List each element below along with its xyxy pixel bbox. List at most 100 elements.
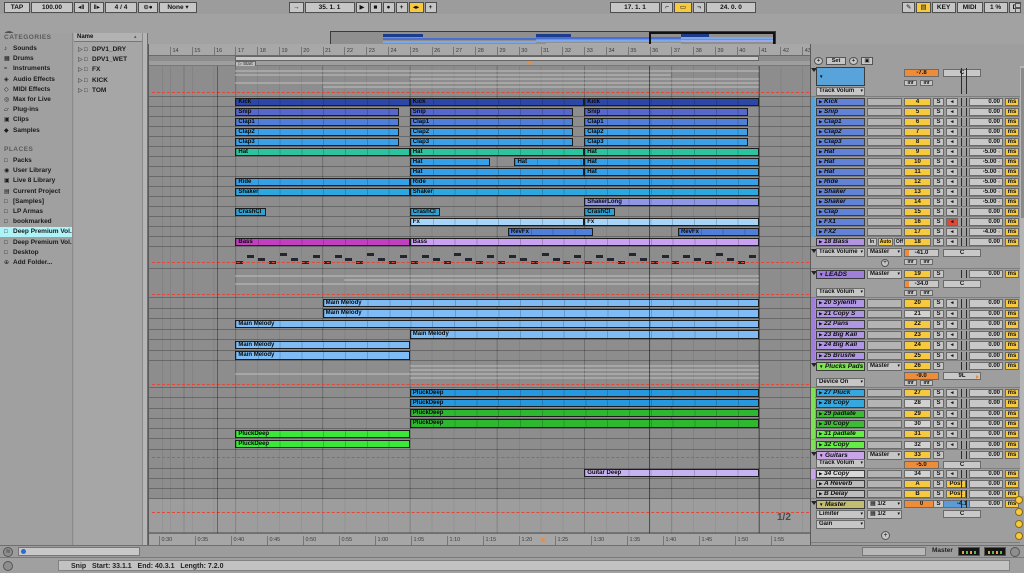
track-delay[interactable]: -5.00◂ — [969, 178, 1003, 186]
track-name-clap3[interactable]: ▶ Clap3 — [816, 138, 865, 146]
tb-punch-out[interactable]: ¬ — [693, 2, 705, 13]
solo-button[interactable]: S — [933, 148, 944, 156]
clip-hat[interactable]: Hat — [584, 157, 759, 166]
track-activator[interactable]: 23 — [904, 330, 931, 339]
track-activator[interactable]: B — [904, 489, 931, 498]
solo-button[interactable]: S — [933, 362, 944, 370]
clip-crashcl[interactable]: CrashCl — [235, 207, 266, 216]
track-name-a-reverb[interactable]: ▶ A Reverb — [816, 479, 865, 488]
unfold-track-icon[interactable]: ▶ — [819, 390, 822, 395]
solo-button[interactable]: S — [933, 469, 944, 478]
solo-button[interactable]: S — [933, 168, 944, 176]
hotspot-circle-icon[interactable] — [1015, 520, 1023, 528]
unfold-track-icon[interactable]: ▶ — [819, 442, 822, 447]
track-delay[interactable]: 0.00 — [969, 320, 1003, 329]
track-activator[interactable]: 25 — [904, 351, 931, 360]
track-delay[interactable]: 0.00 — [969, 430, 1003, 439]
automation-red-line[interactable] — [152, 384, 809, 385]
track-delay[interactable]: 0.00 — [969, 450, 1003, 459]
track-name-hat[interactable]: ▶ Hat — [816, 158, 865, 166]
clip-shakerlong[interactable]: ShakerLong — [584, 197, 759, 206]
unfold-track-icon[interactable]: ▶ — [819, 109, 822, 114]
solo-button[interactable]: S — [933, 330, 944, 339]
unfold-track-icon[interactable]: ▶ — [819, 311, 822, 316]
unfold-track-icon[interactable]: ▶ — [819, 411, 822, 416]
panel-next-locator[interactable]: + — [849, 57, 858, 65]
solo-button[interactable]: S — [933, 399, 944, 408]
track-delay[interactable]: 0.00 — [969, 238, 1003, 246]
clip-hat[interactable]: Hat — [409, 167, 585, 176]
clip-hat[interactable]: Hat — [409, 147, 585, 156]
clip-clap1[interactable]: Clap1 — [409, 117, 574, 126]
track-activator[interactable]: 4 — [904, 98, 931, 106]
track-delay[interactable]: 0.00 — [969, 138, 1003, 146]
file-item-tom[interactable]: ▷□ TOM — [74, 86, 142, 96]
speaker-icon[interactable]: ◄ — [946, 208, 958, 216]
automation-red-line[interactable] — [152, 294, 809, 295]
track-name-27-pluck[interactable]: ▶ 27 Pluck — [816, 389, 865, 398]
track-name-34-copy[interactable]: ▶ 34 Copy — [816, 469, 865, 478]
clip-revfx[interactable]: RevFx — [677, 227, 759, 236]
group-pan-value[interactable]: C — [943, 460, 981, 469]
speaker-icon[interactable]: ◄ — [946, 330, 958, 339]
clip-main-melody[interactable]: Main Melody — [235, 319, 759, 328]
track-delay[interactable]: 0.00 — [969, 299, 1003, 308]
track-delay[interactable]: 0.00 — [969, 419, 1003, 429]
clip-pluckdeep[interactable]: PluckDeep — [235, 429, 410, 438]
track-delay[interactable]: 0.00 — [969, 479, 1003, 488]
automation-min-0[interactable]: inf — [904, 80, 917, 86]
clip-main-melody[interactable]: Main Melody — [322, 309, 759, 318]
solo-button[interactable]: S — [933, 320, 944, 329]
track-activator[interactable]: 24 — [904, 341, 931, 350]
master-pan-value[interactable]: C — [943, 509, 981, 518]
clip-clap3[interactable]: Clap3 — [584, 137, 748, 146]
tb-draw-mode[interactable]: ✎ — [902, 2, 916, 13]
track-delay[interactable]: 0.00 — [969, 469, 1003, 478]
track-delay[interactable]: 0.00 — [969, 270, 1003, 278]
track-delay[interactable]: 0.00 — [969, 218, 1003, 226]
unfold-track-icon[interactable]: ▶ — [819, 300, 822, 305]
clip-crashcl[interactable]: CrashCl — [584, 207, 615, 216]
track-activator[interactable]: 14 — [904, 198, 931, 206]
file-item-kick[interactable]: ▷□ KICK — [74, 76, 142, 86]
clip-clap3[interactable]: Clap3 — [409, 137, 574, 146]
unfold-track-icon[interactable]: ▶ — [819, 119, 822, 124]
solo-button[interactable]: S — [933, 138, 944, 146]
track-delay[interactable]: 0.00 — [969, 362, 1003, 370]
tb-nudge-up[interactable]: ‖▸ — [89, 2, 104, 13]
track-name-23-big-kali[interactable]: ▶ 23 Big Kali — [816, 330, 865, 339]
track-delay[interactable]: -5.00◂ — [969, 168, 1003, 176]
monitor-in-button[interactable]: In — [867, 238, 877, 246]
tb-automation-arm[interactable]: ◂▸ — [408, 2, 424, 13]
tb-loop-switch[interactable]: ▭ — [674, 2, 692, 13]
track-name-25-brushe[interactable]: ▶ 25 Brushe — [816, 351, 865, 360]
track-delay[interactable]: 0.00 — [969, 351, 1003, 360]
track-name-hat[interactable]: ▶ Hat — [816, 168, 865, 176]
automation-red-line[interactable] — [152, 262, 809, 263]
file-item-dpv1_dry[interactable]: ▷□ DPV1_DRY — [74, 45, 142, 55]
sidebar-item-add-folder-[interactable]: ⊕ Add Folder... — [0, 258, 72, 268]
automation-red-line[interactable] — [152, 511, 809, 513]
track-activator[interactable]: 10 — [904, 158, 931, 166]
speaker-icon[interactable]: ◄ — [946, 148, 958, 156]
sidebar-item-sounds[interactable]: ♪ Sounds — [0, 44, 72, 54]
track-name-21-copy-s[interactable]: ▶ 21 Copy S — [816, 309, 865, 318]
unfold-track-icon[interactable]: ▶ — [819, 209, 822, 214]
panel-scrollbar-thumb[interactable] — [1020, 68, 1024, 218]
speaker-icon[interactable]: ◄ — [946, 128, 958, 136]
hotspot-circle-icon[interactable] — [1015, 532, 1023, 540]
tb-re-enable-automation[interactable]: + — [424, 2, 437, 13]
solo-button[interactable]: S — [933, 341, 944, 350]
track-delay[interactable]: 0.00 — [969, 330, 1003, 339]
output-routing-chooser[interactable]: Master ▾ — [867, 450, 902, 460]
clip-main-melody[interactable]: Main Melody — [235, 340, 410, 349]
master-track-field[interactable] — [862, 547, 926, 556]
sidebar-item-plug-ins[interactable]: ▱ Plug-ins — [0, 105, 72, 115]
clip-shaker[interactable]: Shaker — [409, 187, 759, 196]
track-name-plucks-pads[interactable]: ▼ Plucks Pads — [816, 362, 865, 371]
track-pan-value[interactable]: C — [943, 249, 981, 257]
device-chooser-limiter[interactable]: Limiter ▾ — [816, 509, 865, 519]
track-activator[interactable]: 21 — [904, 309, 931, 318]
track-activator[interactable]: 7 — [904, 128, 931, 136]
track-name-hat[interactable]: ▶ Hat — [816, 148, 865, 156]
